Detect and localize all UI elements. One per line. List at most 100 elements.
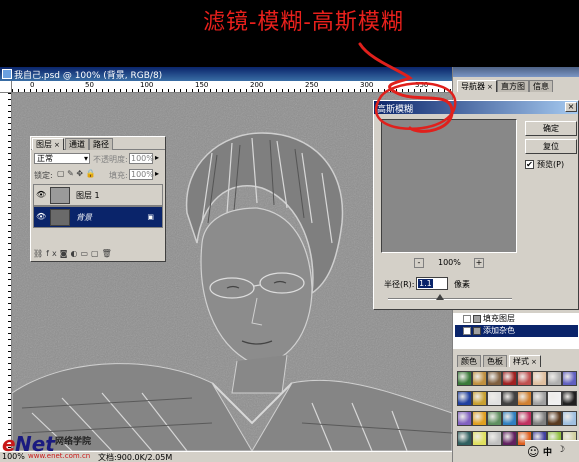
ruler-label: 50 <box>85 81 94 89</box>
style-swatch[interactable] <box>547 371 562 386</box>
tab-info[interactable]: 信息 <box>529 80 553 92</box>
vertical-ruler[interactable] <box>0 93 12 451</box>
ime-icon[interactable]: ☽ <box>557 445 565 455</box>
style-swatch[interactable] <box>547 411 562 426</box>
close-icon[interactable]: × <box>487 83 493 91</box>
tab-histogram-label: 直方图 <box>501 82 525 91</box>
fill-arrow-icon[interactable]: ▸ <box>155 169 159 178</box>
style-swatch[interactable] <box>472 431 487 446</box>
opacity-arrow-icon[interactable]: ▸ <box>155 153 159 162</box>
style-swatch[interactable] <box>472 411 487 426</box>
tab-paths[interactable]: 路径 <box>89 138 113 150</box>
preview-label: 预览(P) <box>537 160 565 169</box>
fill-field[interactable]: 100% <box>129 169 154 180</box>
style-swatch[interactable] <box>487 371 502 386</box>
preview-checkbox[interactable]: ✔ <box>525 160 534 169</box>
layer-name: 背景 <box>76 213 92 222</box>
filter-icon <box>473 327 481 335</box>
style-swatch[interactable] <box>532 371 547 386</box>
opacity-label: 不透明度: <box>93 155 128 164</box>
list-item[interactable]: 添加杂色 <box>455 325 578 337</box>
style-swatch[interactable] <box>487 411 502 426</box>
style-swatch[interactable] <box>487 431 502 446</box>
style-swatch[interactable] <box>472 371 487 386</box>
style-swatch[interactable] <box>502 371 517 386</box>
emoticon-icon[interactable]: ☺ <box>527 445 540 459</box>
style-swatch[interactable] <box>517 391 532 406</box>
style-swatch[interactable] <box>472 391 487 406</box>
folder-icon[interactable]: ▭ <box>80 249 91 258</box>
fill-label: 填充: <box>109 171 128 180</box>
ime-indicator[interactable]: 中 <box>543 445 552 458</box>
ruler-corner[interactable] <box>0 81 12 93</box>
close-icon[interactable]: × <box>54 141 60 149</box>
status-zoom[interactable]: 100% <box>2 452 25 461</box>
style-swatch[interactable] <box>502 391 517 406</box>
style-swatch[interactable] <box>517 411 532 426</box>
style-swatch[interactable] <box>562 391 577 406</box>
layers-footer: ⛓fx◙◐▭▢🗑 <box>33 249 163 260</box>
close-icon[interactable]: × <box>531 358 537 366</box>
list-item[interactable]: 填充图层 <box>455 313 578 325</box>
opacity-field[interactable]: 100% <box>129 153 154 164</box>
style-swatch[interactable] <box>532 391 547 406</box>
document-title: 我自己.psd @ 100% (背景, RGB/8) <box>14 71 163 81</box>
list-item-label: 添加杂色 <box>483 326 515 335</box>
style-swatch[interactable] <box>502 411 517 426</box>
trash-icon[interactable]: 🗑 <box>102 249 115 258</box>
dialog-title-bar[interactable]: 高斯模糊 × <box>374 101 578 115</box>
radius-slider[interactable] <box>388 298 512 300</box>
status-doc-size[interactable]: 文档:900.0K/2.05M <box>98 452 172 462</box>
adjustment-icon[interactable]: ◐ <box>70 249 80 258</box>
style-swatch[interactable] <box>487 391 502 406</box>
tab-channels[interactable]: 通道 <box>65 138 89 150</box>
style-swatch[interactable] <box>562 371 577 386</box>
layer-row[interactable]: 👁 背景 ▣ <box>33 206 163 228</box>
lock-options-icon[interactable]: ▢ ✎ ✥ 🔒 <box>57 169 96 178</box>
checkbox[interactable] <box>463 327 471 335</box>
tab-navigator-label: 导航器 <box>461 82 485 91</box>
style-swatch[interactable] <box>457 391 472 406</box>
lock-icon: ▣ <box>147 213 154 221</box>
style-swatch[interactable] <box>457 411 472 426</box>
style-swatch[interactable] <box>562 411 577 426</box>
checkbox[interactable] <box>463 315 471 323</box>
close-icon[interactable]: × <box>565 102 577 112</box>
tab-styles[interactable]: 样式 × <box>509 355 541 367</box>
layer-row[interactable]: 👁 图层 1 <box>33 184 163 206</box>
style-swatch[interactable] <box>517 371 532 386</box>
blur-preview[interactable] <box>381 119 517 253</box>
style-swatch[interactable] <box>532 411 547 426</box>
zoom-in-button[interactable]: + <box>474 258 484 268</box>
tab-histogram[interactable]: 直方图 <box>497 80 529 92</box>
style-swatch[interactable] <box>547 391 562 406</box>
mask-icon[interactable]: ◙ <box>60 249 71 258</box>
eye-icon[interactable]: 👁 <box>36 213 46 221</box>
document-title-bar[interactable]: 我自己.psd @ 100% (背景, RGB/8) <box>0 67 452 81</box>
style-swatch[interactable] <box>502 431 517 446</box>
radius-input[interactable]: 1.1 <box>416 277 448 290</box>
blend-mode-select[interactable]: 正常 <box>34 153 90 164</box>
fx-icon[interactable]: fx <box>46 249 60 258</box>
layer-thumbnail <box>50 209 70 226</box>
gaussian-blur-dialog: 高斯模糊 × - 100% + 确定 复位 ✔ 预览(P) 半径(R): 1.1… <box>373 100 579 310</box>
style-swatch[interactable] <box>457 371 472 386</box>
ruler-label: 150 <box>195 81 209 89</box>
horizontal-ruler[interactable]: 0 50 100 150 200 250 300 350 <box>12 81 452 93</box>
status-bar: 100% 文档:900.0K/2.05M <box>0 451 452 462</box>
ok-button[interactable]: 确定 <box>525 121 577 136</box>
eye-icon[interactable]: 👁 <box>36 191 46 199</box>
reset-button[interactable]: 复位 <box>525 139 577 154</box>
tab-color[interactable]: 颜色 <box>457 355 481 367</box>
tab-navigator[interactable]: 导航器 × <box>457 80 497 92</box>
tab-swatches-label: 色板 <box>487 357 503 366</box>
radius-slider-thumb[interactable] <box>436 294 445 300</box>
zoom-out-button[interactable]: - <box>414 258 424 268</box>
tab-swatches[interactable]: 色板 <box>483 355 507 367</box>
ruler-label: 250 <box>305 81 319 89</box>
link-icon[interactable]: ⛓ <box>33 249 46 258</box>
style-swatch[interactable] <box>457 431 472 446</box>
new-layer-icon[interactable]: ▢ <box>91 249 102 258</box>
tutorial-caption: 滤镜-模糊-高斯模糊 <box>203 10 404 35</box>
tab-layers[interactable]: 图层 × <box>32 138 64 150</box>
